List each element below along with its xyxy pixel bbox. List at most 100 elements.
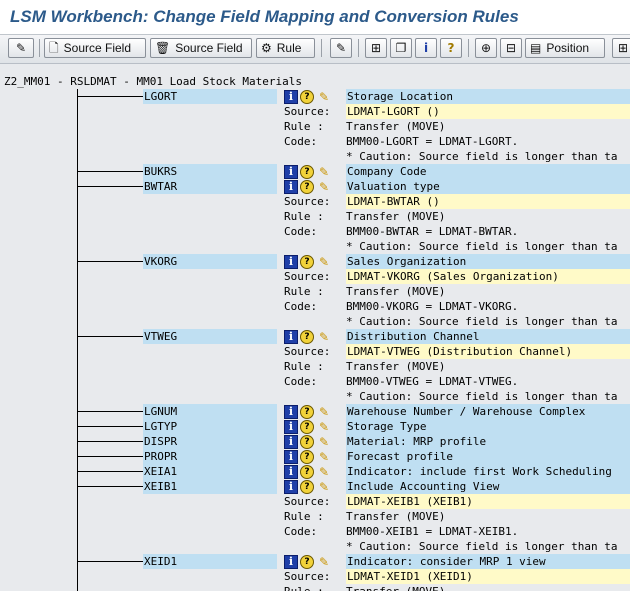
help-button[interactable]: ?	[440, 38, 462, 58]
info-icon: i	[423, 41, 429, 55]
field-description: Indicator: consider MRP 1 view	[346, 554, 630, 569]
field-rule-label: Rule :	[284, 360, 324, 373]
field-name[interactable]: XEIB1	[143, 479, 277, 494]
field-source-value[interactable]: LDMAT-VKORG (Sales Organization)	[346, 269, 630, 284]
field-source-value[interactable]: LDMAT-LGORT ()	[346, 104, 630, 119]
rule-button[interactable]: ⚙ Rule	[256, 38, 315, 58]
field-description: Sales Organization	[346, 254, 630, 269]
help-icon[interactable]: ?	[300, 479, 314, 494]
edit-icon[interactable]: ✎	[316, 180, 332, 194]
edit-icon[interactable]: ✎	[316, 90, 332, 104]
field-name[interactable]: LGNUM	[143, 404, 277, 419]
info-icon[interactable]: i	[284, 479, 298, 494]
edit-icon[interactable]: ✎	[316, 480, 332, 494]
field-code-value: BMM00-VKORG = LDMAT-VKORG.	[346, 300, 519, 313]
tree-branch	[77, 96, 143, 97]
help-icon[interactable]: ?	[300, 404, 314, 419]
info-icon[interactable]: i	[284, 464, 298, 479]
field-name[interactable]: LGTYP	[143, 419, 277, 434]
edit-icon[interactable]: ✎	[316, 435, 332, 449]
display-change-toggle-button[interactable]: ✎	[8, 38, 34, 58]
help-icon[interactable]: ?	[300, 434, 314, 449]
field-actions: i? ✎	[284, 329, 332, 344]
field-rule-value: Transfer (MOVE)	[346, 510, 446, 523]
info-icon[interactable]: i	[284, 179, 298, 194]
edit-icon[interactable]: ✎	[316, 405, 332, 419]
field-name[interactable]: XEID1	[143, 554, 277, 569]
position-button[interactable]: ▤ Position	[525, 38, 605, 58]
info-icon[interactable]: i	[284, 449, 298, 464]
field-source-label: Source:	[284, 195, 331, 208]
help-icon[interactable]: ?	[300, 179, 314, 194]
edit-icon[interactable]: ✎	[316, 255, 332, 269]
edit-button[interactable]: ✎	[330, 38, 352, 58]
info-icon[interactable]: i	[284, 434, 298, 449]
info-icon[interactable]: i	[284, 554, 298, 569]
hierarchy-button[interactable]: ⊞	[365, 38, 387, 58]
tree-branch	[77, 336, 143, 337]
field-name[interactable]: BWTAR	[143, 179, 277, 194]
field-rule-label: Rule :	[284, 210, 324, 223]
info-button[interactable]: i	[415, 38, 437, 58]
more-button[interactable]: ⊞	[612, 38, 630, 58]
info-icon[interactable]: i	[284, 89, 298, 104]
field-source-value[interactable]: LDMAT-XEID1 (XEID1)	[346, 569, 630, 584]
create-source-field-button[interactable]: 🗋 Source Field	[44, 38, 146, 58]
delete-source-field-label: Source Field	[175, 41, 243, 55]
field-actions: i? ✎	[284, 434, 332, 449]
field-source-value[interactable]: LDMAT-BWTAR ()	[346, 194, 630, 209]
edit-icon[interactable]: ✎	[316, 450, 332, 464]
help-icon[interactable]: ?	[300, 464, 314, 479]
help-icon[interactable]: ?	[300, 254, 314, 269]
field-caution-value: * Caution: Source field is longer than t…	[346, 240, 618, 253]
help-icon[interactable]: ?	[300, 329, 314, 344]
field-name[interactable]: DISPR	[143, 434, 277, 449]
field-description: Indicator: include first Work Scheduling	[346, 464, 630, 479]
edit-icon[interactable]: ✎	[316, 330, 332, 344]
field-description: Company Code	[346, 164, 630, 179]
info-icon[interactable]: i	[284, 404, 298, 419]
field-source-label: Source:	[284, 345, 331, 358]
field-actions: i? ✎	[284, 404, 332, 419]
field-source-value[interactable]: LDMAT-VTWEG (Distribution Channel)	[346, 344, 630, 359]
field-name[interactable]: BUKRS	[143, 164, 277, 179]
help-icon[interactable]: ?	[300, 164, 314, 179]
info-icon[interactable]: i	[284, 329, 298, 344]
delete-source-field-button[interactable]: 🗑 Source Field	[150, 38, 252, 58]
field-code-value: BMM00-XEIB1 = LDMAT-XEIB1.	[346, 525, 519, 538]
info-icon[interactable]: i	[284, 164, 298, 179]
tree-branch	[77, 471, 143, 472]
edit-icon[interactable]: ✎	[316, 465, 332, 479]
help-icon: ?	[447, 41, 455, 55]
field-name[interactable]: PROPR	[143, 449, 277, 464]
rule-icon: ⚙	[261, 41, 272, 55]
info-icon[interactable]: i	[284, 419, 298, 434]
help-icon[interactable]: ?	[300, 89, 314, 104]
title-bar: LSM Workbench: Change Field Mapping and …	[0, 0, 630, 35]
field-name[interactable]: VKORG	[143, 254, 277, 269]
copy-icon: ❐	[395, 41, 407, 55]
field-description: Valuation type	[346, 179, 630, 194]
edit-icon[interactable]: ✎	[316, 420, 332, 434]
tree-connector	[77, 89, 78, 591]
field-rule-label: Rule :	[284, 584, 324, 591]
field-source-value[interactable]: LDMAT-XEIB1 (XEIB1)	[346, 494, 630, 509]
copy-button[interactable]: ❐	[390, 38, 412, 58]
field-description: Distribution Channel	[346, 329, 630, 344]
position-icon: ▤	[530, 41, 542, 55]
collapse-button[interactable]: ⊟	[500, 38, 522, 58]
help-icon[interactable]: ?	[300, 419, 314, 434]
tree-branch	[77, 561, 143, 562]
info-icon[interactable]: i	[284, 254, 298, 269]
field-name[interactable]: XEIA1	[143, 464, 277, 479]
expand-button[interactable]: ⊕	[475, 38, 497, 58]
help-icon[interactable]: ?	[300, 449, 314, 464]
help-icon[interactable]: ?	[300, 554, 314, 569]
field-rule-value: Transfer (MOVE)	[346, 120, 446, 133]
field-name[interactable]: LGORT	[143, 89, 277, 104]
edit-icon[interactable]: ✎	[316, 165, 332, 179]
field-caution-value: * Caution: Source field is longer than t…	[346, 315, 618, 328]
edit-icon[interactable]: ✎	[316, 555, 332, 569]
field-actions: i? ✎	[284, 554, 332, 569]
field-name[interactable]: VTWEG	[143, 329, 277, 344]
